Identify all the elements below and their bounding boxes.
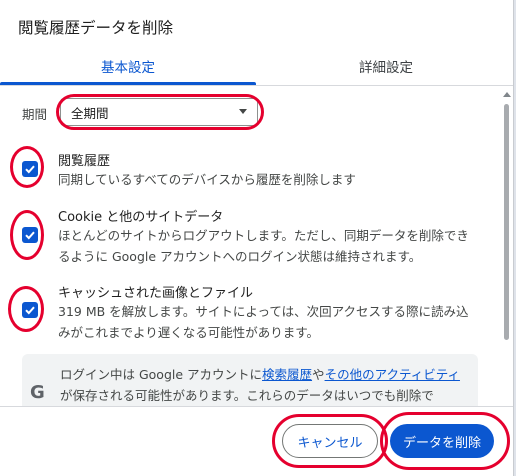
browsing-history-description: 同期しているすべてのデバイスから履歴を削除します (58, 172, 356, 187)
cache-title: キャッシュされた画像とファイル (58, 286, 254, 301)
clear-browsing-data-dialog: 閲覧履歴データを削除 基本設定 詳細設定 期間 全期間 閲覧履歴 同期しているす… (0, 0, 514, 476)
cache-description: 319 MB を解放します。サイトによっては、次回アクセスする際に読み込みがこれ… (58, 304, 469, 340)
search-history-link[interactable]: 検索履歴 (262, 367, 312, 382)
cookies-title: Cookie と他のサイトデータ (58, 210, 224, 225)
scroll-up-arrow-icon[interactable] (503, 92, 511, 97)
google-g-icon: G (30, 382, 45, 403)
annotation-circle-delete (380, 412, 510, 470)
annotation-circle-checkbox-history (10, 146, 44, 188)
tab-basic-settings[interactable]: 基本設定 (0, 56, 256, 76)
annotation-circle-cancel (272, 414, 388, 468)
account-info-text: ログイン中は Google アカウントに検索履歴やその他のアクティビティが保存さ… (60, 367, 460, 403)
tabs-divider (0, 85, 513, 86)
other-activity-link[interactable]: その他のアクティビティ (325, 367, 460, 382)
dialog-title: 閲覧履歴データを削除 (18, 19, 174, 37)
annotation-circle-checkbox-cache (8, 286, 44, 332)
time-range-label: 期間 (22, 107, 48, 122)
annotation-circle-period (56, 94, 264, 130)
annotation-circle-checkbox-cookies (10, 210, 44, 260)
browsing-history-title: 閲覧履歴 (58, 154, 111, 169)
tab-advanced-settings[interactable]: 詳細設定 (258, 56, 513, 76)
cookies-description: ほとんどのサイトからログアウトします。ただし、同期データを削除できるように Go… (58, 228, 469, 264)
scrollbar-thumb[interactable] (504, 104, 509, 340)
